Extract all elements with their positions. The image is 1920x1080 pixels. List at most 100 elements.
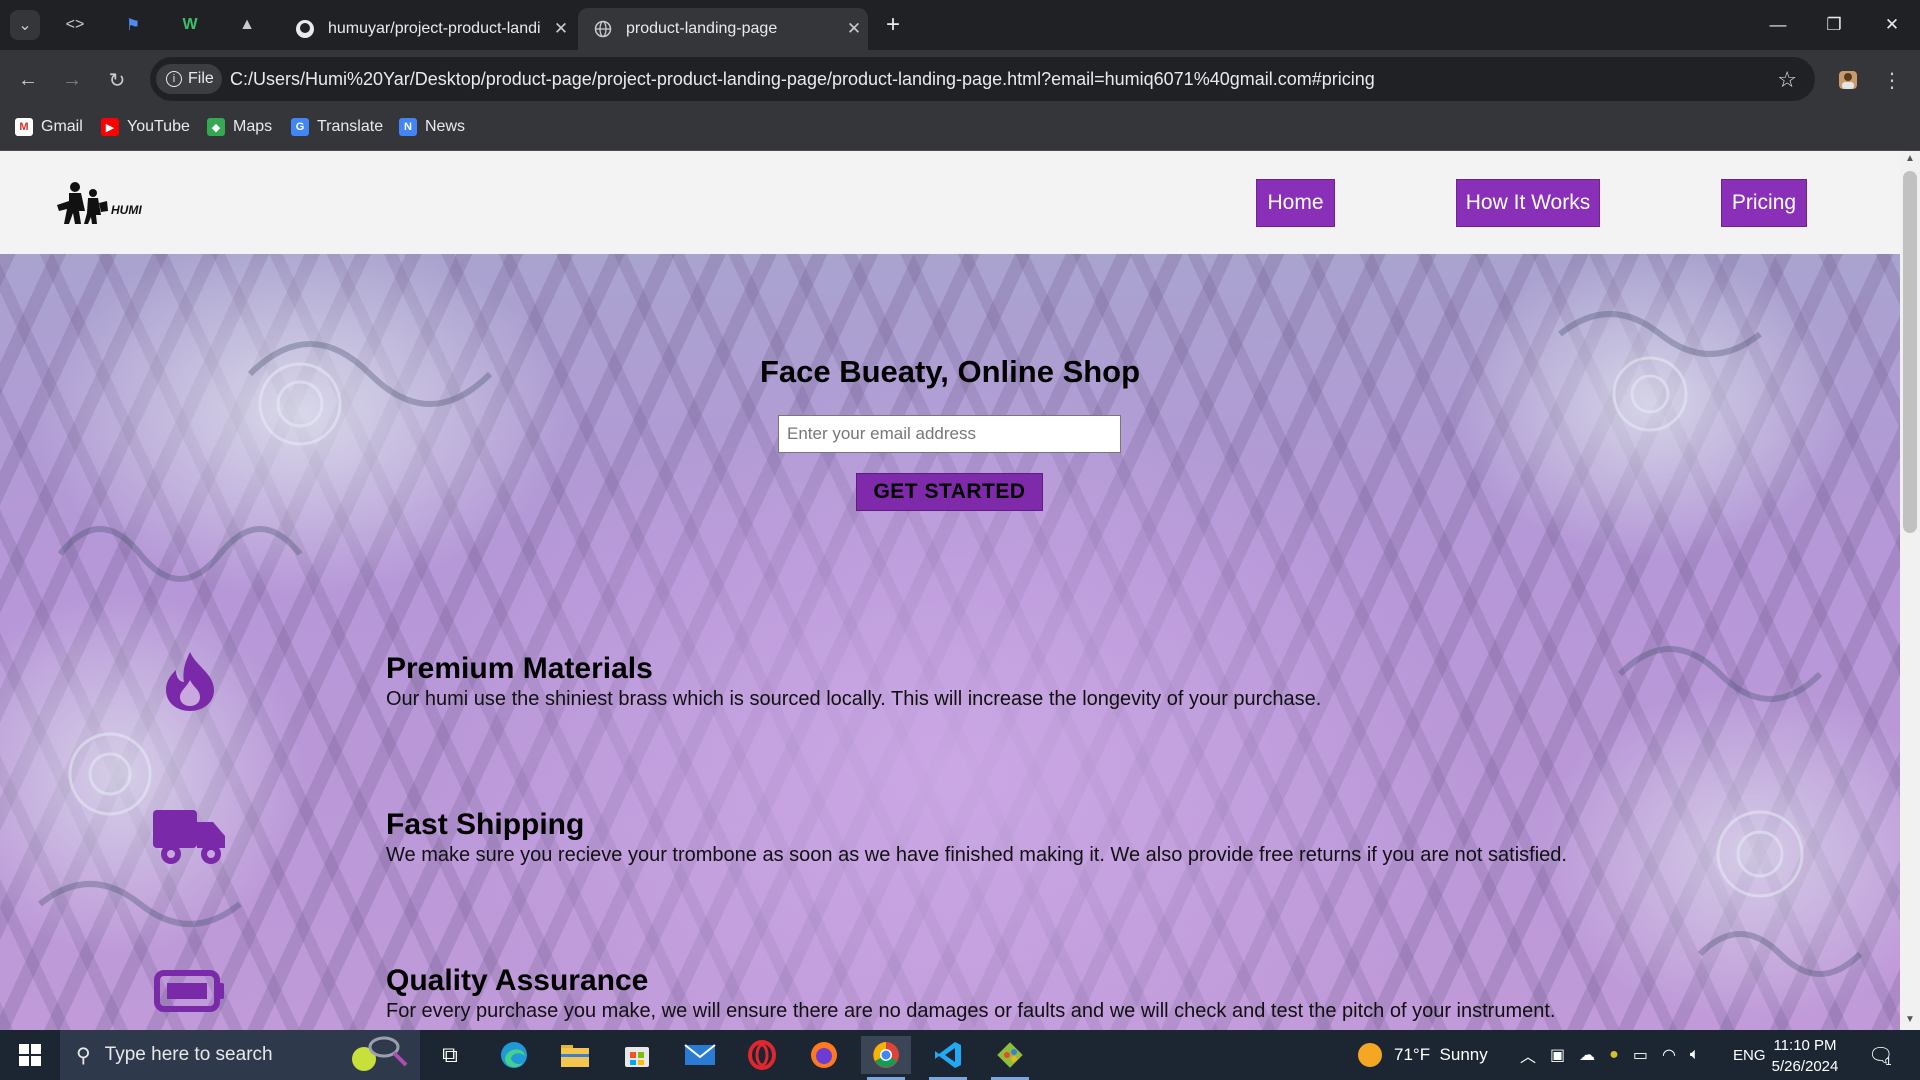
nav-how-it-works[interactable]: How It Works [1456, 179, 1600, 227]
bookmark-label: News [425, 118, 466, 135]
flag-tab-icon[interactable]: ⚑ [118, 10, 148, 40]
bookmark-label: Maps [233, 118, 273, 135]
sun-icon [1358, 1043, 1382, 1067]
onedrive-icon[interactable]: ☁ [1579, 1045, 1595, 1065]
scrollbar-thumb[interactable] [1903, 171, 1917, 533]
close-tab-icon[interactable]: ✕ [840, 19, 868, 39]
info-icon: i [166, 71, 182, 87]
file-label: File [188, 70, 214, 87]
clock-time: 11:10 PM [1773, 1037, 1837, 1054]
meet-now-icon[interactable]: ▣ [1550, 1045, 1565, 1065]
truck-icon [150, 802, 230, 872]
email-input[interactable] [778, 415, 1121, 453]
w-tab-icon[interactable]: W [175, 10, 205, 40]
bookmark-star-icon[interactable]: ☆ [1777, 67, 1797, 93]
nav-pricing[interactable]: Pricing [1721, 179, 1807, 227]
bookmark-translate[interactable]: G Translate [291, 118, 383, 136]
bookmark-label: Translate [317, 118, 384, 135]
tab-product-landing-page[interactable]: product-landing-page ✕ [578, 8, 868, 50]
wifi-icon[interactable]: ◠ [1662, 1045, 1676, 1065]
feature-description: Our humi use the shiniest brass which is… [386, 688, 1322, 710]
bookmark-gmail[interactable]: M Gmail [15, 118, 83, 136]
back-arrow-icon[interactable]: ← [12, 64, 44, 96]
site-header: HUMI Home How It Works Pricing [0, 151, 1900, 254]
hero-title: Face Bueaty, Online Shop [759, 354, 1141, 389]
logo-text: HUMI [111, 203, 142, 217]
scroll-up-arrow-icon[interactable]: ▲ [1900, 153, 1920, 169]
logo-figures-icon [57, 182, 108, 224]
browser-chrome: ⌄ <> ⚑ W ▲ humuyar/project-product-landi… [0, 0, 1920, 151]
taskbar-search[interactable]: ⚲ Type here to search [60, 1030, 420, 1080]
notification-count: 1 [1885, 1056, 1892, 1068]
page-scrollbar[interactable]: ▲ ▼ [1900, 151, 1920, 1030]
firefox-icon[interactable] [799, 1036, 849, 1074]
close-window-icon[interactable]: ✕ [1872, 10, 1912, 40]
bookmark-label: Gmail [41, 118, 83, 135]
battery-icon [150, 956, 230, 1026]
maps-icon: ◆ [207, 118, 225, 136]
chevron-up-icon[interactable]: ︿ [1520, 1043, 1536, 1067]
bookmark-news[interactable]: N News [399, 118, 465, 136]
site-info-chip[interactable]: i File [156, 64, 222, 94]
feature-description: We make sure you recieve your trombone a… [386, 844, 1567, 866]
new-tab-button[interactable]: + [878, 10, 908, 40]
browser-toolbar: ← → ↻ i File C:/Users/Humi%20Yar/Desktop… [0, 50, 1920, 108]
weather-widget[interactable]: 71°F Sunny [1358, 1030, 1488, 1080]
minimize-icon[interactable]: — [1758, 10, 1798, 40]
bookmarks-bar: M Gmail ▶ YouTube ◆ Maps G Translate N N… [0, 108, 1920, 151]
address-bar[interactable]: i File C:/Users/Humi%20Yar/Desktop/produ… [150, 57, 1815, 101]
restore-icon[interactable]: ❐ [1814, 10, 1854, 40]
clock[interactable]: 11:10 PM 5/26/2024 [1760, 1035, 1850, 1077]
bookmark-label: YouTube [127, 118, 190, 135]
search-icon: ⚲ [76, 1044, 91, 1067]
feature-title: Fast Shipping [386, 808, 585, 841]
weather-text: 71°F Sunny [1394, 1045, 1488, 1064]
tab-search-dropdown-icon[interactable]: ⌄ [10, 10, 40, 40]
reload-icon[interactable]: ↻ [101, 64, 133, 96]
volume-icon[interactable]: 🔈︎ [1690, 1046, 1700, 1064]
edge-icon[interactable] [489, 1036, 539, 1074]
tab-title: humuyar/project-product-landi [328, 20, 541, 37]
opera-icon[interactable] [737, 1036, 787, 1074]
file-explorer-icon[interactable] [550, 1036, 600, 1074]
web-page: HUMI Home How It Works Pricing Face Buea… [0, 151, 1900, 1030]
feature-description: For every purchase you make, we will ens… [386, 1000, 1556, 1022]
tennis-search-highlight-icon [344, 1031, 408, 1079]
microsoft-store-icon[interactable] [612, 1036, 662, 1074]
translate-icon: G [291, 118, 309, 136]
gmail-icon: M [15, 118, 33, 136]
menu-kebab-icon[interactable]: ⋮ [1876, 64, 1908, 96]
tab-github[interactable]: humuyar/project-product-landi ✕ [280, 8, 575, 50]
battery-tray-icon[interactable]: ▭ [1633, 1045, 1648, 1065]
notification-center-icon[interactable]: 🗨︎ 1 [1868, 1030, 1893, 1080]
site-logo[interactable]: HUMI [55, 181, 142, 225]
youtube-icon: ▶ [101, 118, 119, 136]
close-tab-icon[interactable]: ✕ [547, 19, 575, 39]
bookmark-youtube[interactable]: ▶ YouTube [101, 118, 190, 136]
mail-icon[interactable] [675, 1036, 725, 1074]
tab-title: product-landing-page [626, 20, 778, 37]
bookmark-maps[interactable]: ◆ Maps [207, 118, 272, 136]
devtools-tab-icon[interactable]: <> [60, 10, 90, 40]
git-tool-icon[interactable] [985, 1036, 1035, 1080]
windows-start-icon[interactable] [0, 1030, 60, 1080]
profile-avatar-icon[interactable] [1832, 64, 1864, 96]
chrome-icon[interactable] [861, 1036, 911, 1080]
forward-arrow-icon[interactable]: → [56, 64, 88, 96]
news-icon: N [399, 118, 417, 136]
feature-title: Premium Materials [386, 652, 653, 685]
hero-section: Face Bueaty, Online Shop GET STARTED Pre… [0, 254, 1900, 1030]
security-icon[interactable]: ● [1609, 1046, 1619, 1064]
fire-icon [150, 646, 230, 716]
scroll-down-arrow-icon[interactable]: ▼ [1900, 1014, 1920, 1030]
tab-strip: ⌄ <> ⚑ W ▲ humuyar/project-product-landi… [0, 0, 1920, 50]
system-tray: ︿ ▣ ☁ ● ▭ ◠ 🔈︎ [1520, 1030, 1700, 1080]
task-view-icon[interactable]: ⧉ [425, 1036, 475, 1074]
globe-icon [592, 18, 614, 40]
nav-home[interactable]: Home [1256, 179, 1335, 227]
search-placeholder: Type here to search [104, 1044, 273, 1065]
vscode-icon[interactable] [923, 1036, 973, 1080]
url-text[interactable]: C:/Users/Humi%20Yar/Desktop/product-page… [230, 69, 1375, 90]
get-started-button[interactable]: GET STARTED [856, 473, 1043, 511]
drive-tab-icon[interactable]: ▲ [232, 10, 262, 40]
